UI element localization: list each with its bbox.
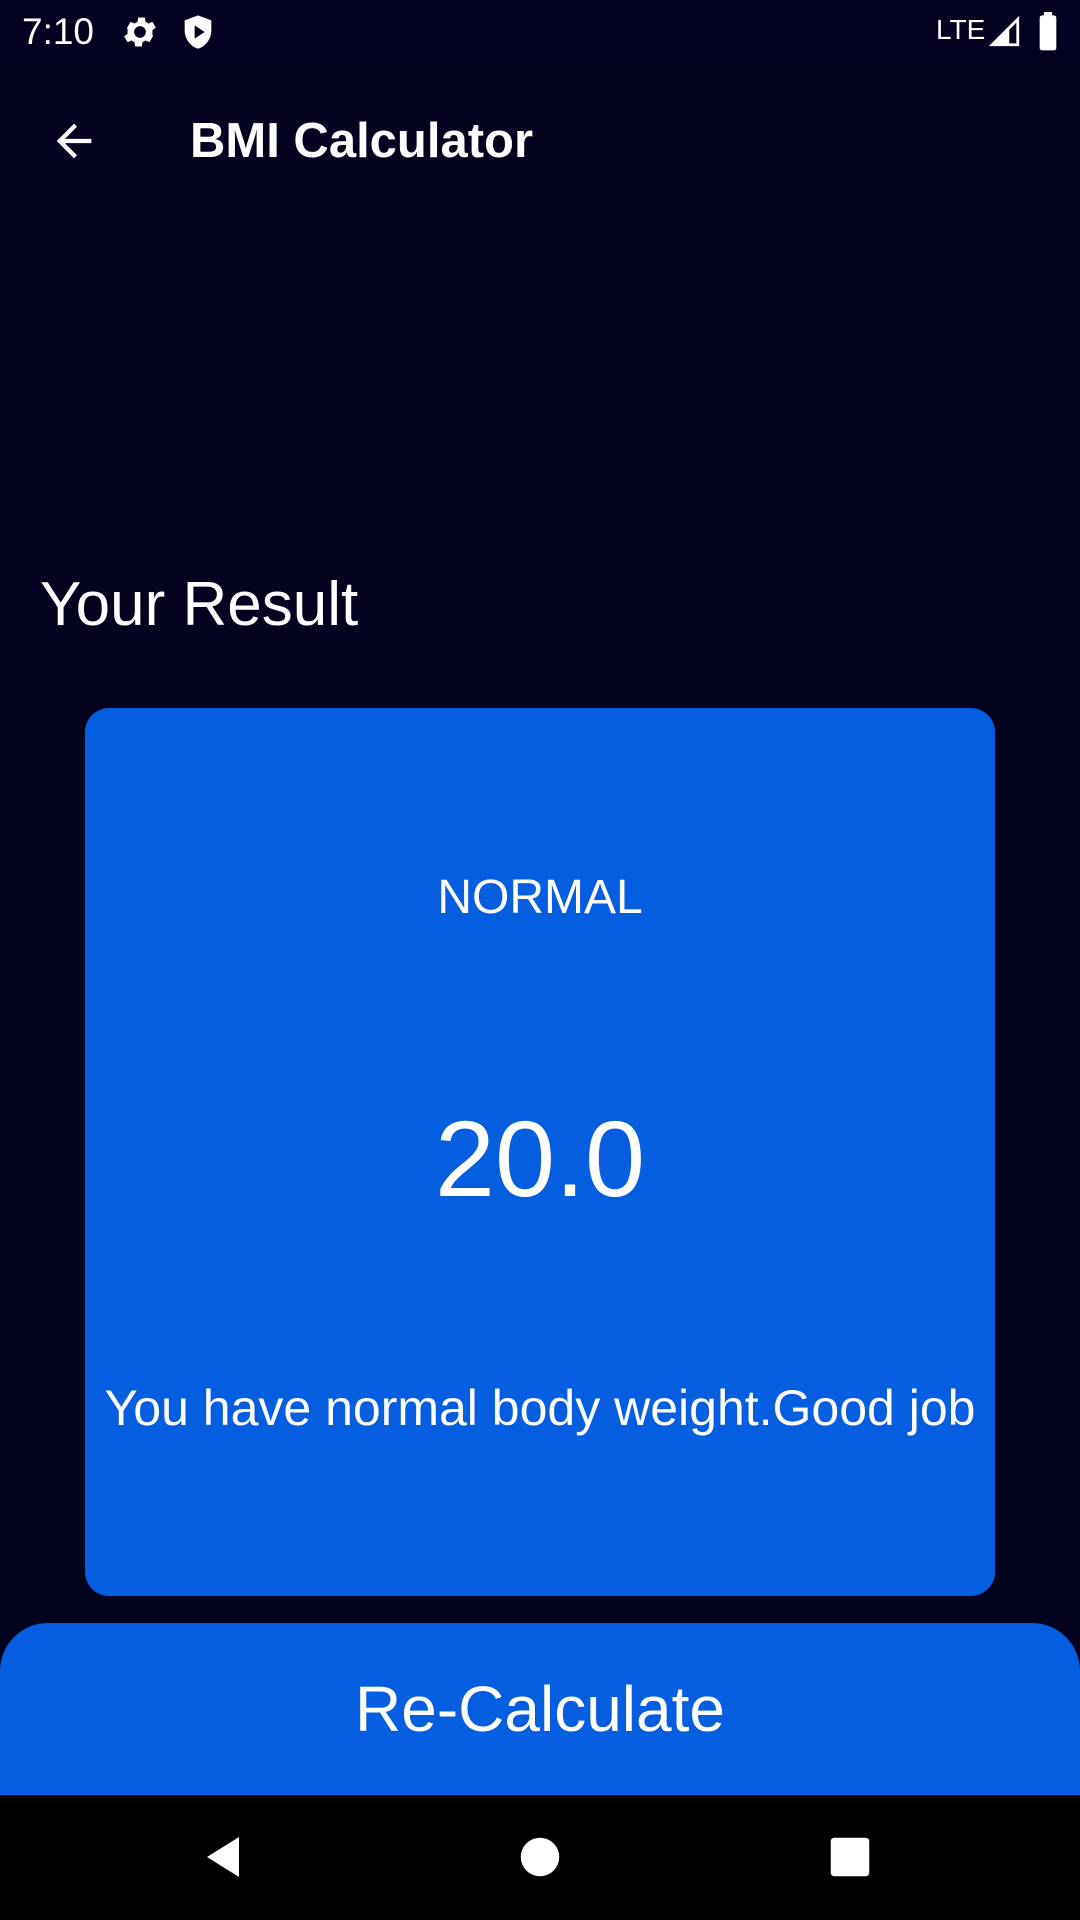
home-circle-icon [520, 1837, 560, 1877]
battery-icon [1036, 12, 1060, 52]
app-bar: BMI Calculator [0, 63, 1080, 210]
back-triangle-icon [207, 1837, 239, 1877]
nav-home-button[interactable] [510, 1827, 570, 1887]
recents-square-icon [830, 1837, 870, 1877]
signal-icon [988, 12, 1028, 52]
shield-icon [178, 12, 218, 52]
gear-icon [120, 12, 160, 52]
network-type: LTE [936, 14, 986, 45]
result-card: NORMAL 20.0 You have normal body weight.… [85, 708, 995, 1596]
back-button[interactable] [40, 107, 108, 175]
bmi-message: You have normal body weight.Good job [104, 1380, 976, 1436]
bmi-status: NORMAL [437, 871, 643, 924]
page-title: BMI Calculator [190, 114, 534, 168]
status-time: 7:10 [22, 11, 95, 52]
screen: 7:10 LTE BMI Calculator Your Result NORM… [0, 0, 1080, 1920]
recalculate-button[interactable]: Re-Calculate [0, 1623, 1080, 1795]
status-bar: 7:10 LTE [0, 0, 1080, 63]
nav-back-button[interactable] [195, 1827, 255, 1887]
navigation-bar [0, 1795, 1080, 1920]
bmi-value: 20.0 [434, 1098, 646, 1219]
arrow-left-icon [56, 123, 92, 159]
result-heading: Your Result [40, 570, 359, 639]
nav-recents-button[interactable] [820, 1827, 880, 1887]
